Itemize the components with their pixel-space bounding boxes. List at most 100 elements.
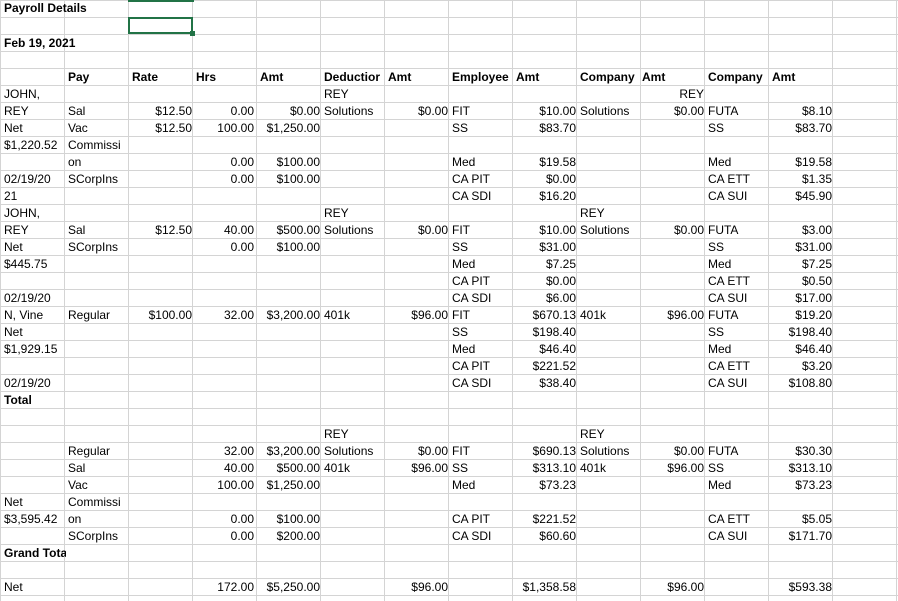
cell-f-row[interactable]: REY xyxy=(322,205,386,222)
cell-a-row[interactable]: JOHN, xyxy=(2,86,66,103)
cell-c-row[interactable]: $100.00 xyxy=(128,307,194,324)
cell-b-row[interactable]: SCorpIns xyxy=(66,171,128,188)
cell-a-row[interactable]: REY xyxy=(2,222,66,239)
cell-e-row[interactable]: $3,200.00 xyxy=(256,443,322,460)
cell-m-row[interactable]: $108.80 xyxy=(770,375,834,392)
cell-a-row[interactable]: Net xyxy=(2,494,66,511)
cell-i-row[interactable]: $10.00 xyxy=(514,222,578,239)
cell-j-row[interactable]: 401k xyxy=(578,460,642,477)
cell-i-row[interactable]: $221.52 xyxy=(514,511,578,528)
cell-c-row[interactable]: $12.50 xyxy=(128,103,194,120)
cell-l-row[interactable]: SS xyxy=(706,120,770,137)
cell-l-row[interactable]: FUTA xyxy=(706,307,770,324)
cell-m-row[interactable]: $17.00 xyxy=(770,290,834,307)
cell-b-row[interactable]: Sal xyxy=(66,460,128,477)
cell-h-row[interactable]: CA PIT xyxy=(450,358,514,375)
cell-h-row[interactable]: CA SDI xyxy=(450,528,514,545)
cell-i-row[interactable]: $16.20 xyxy=(514,188,578,205)
cell-h-row[interactable]: FIT xyxy=(450,443,514,460)
cell-m-row[interactable]: $45.90 xyxy=(770,188,834,205)
cell-c-row[interactable]: $12.50 xyxy=(128,120,194,137)
cell-i-row[interactable]: $0.00 xyxy=(514,273,578,290)
cell-m-row[interactable]: $5.05 xyxy=(770,511,834,528)
cell-e-row[interactable]: $100.00 xyxy=(256,511,322,528)
cell-a-row[interactable]: Total xyxy=(2,392,66,409)
cell-k-row[interactable]: $96.00 xyxy=(642,460,706,477)
cell-m-row[interactable]: $8.10 xyxy=(770,103,834,120)
cell-l-row[interactable]: SS xyxy=(706,239,770,256)
cell-m-row[interactable]: $19.58 xyxy=(770,154,834,171)
cell-m-row[interactable]: $83.70 xyxy=(770,120,834,137)
cell-i-row[interactable]: $198.40 xyxy=(514,324,578,341)
cell-i-row[interactable]: $83.70 xyxy=(514,120,578,137)
cell-a-row[interactable]: $3,595.42 xyxy=(2,511,66,528)
cell-j-row[interactable]: REY xyxy=(578,426,642,443)
cell-b-row[interactable]: Sal xyxy=(66,103,128,120)
cell-f-row[interactable]: REY xyxy=(322,426,386,443)
cell-i-row[interactable]: $6.00 xyxy=(514,290,578,307)
cell-e-row[interactable]: $200.00 xyxy=(256,528,322,545)
cell-i-row[interactable]: $19.58 xyxy=(514,154,578,171)
cell-b-row[interactable]: SCorpIns xyxy=(66,239,128,256)
cell-m-row[interactable]: $31.00 xyxy=(770,239,834,256)
cell-j-row[interactable]: 401k xyxy=(578,307,642,324)
cell-l-row[interactable]: CA ETT xyxy=(706,358,770,375)
cell-d-row[interactable]: 100.00 xyxy=(194,120,256,137)
cell-j-row[interactable]: Solutions xyxy=(578,443,642,460)
cell-e-row[interactable]: $0.00 xyxy=(256,103,322,120)
cell-g-row[interactable]: $96.00 xyxy=(386,460,450,477)
header-hrs[interactable]: Hrs xyxy=(194,69,256,86)
cell-m-row[interactable]: $7.25 xyxy=(770,256,834,273)
selected-cell[interactable] xyxy=(128,17,193,34)
cell-h-row[interactable]: Med xyxy=(450,477,514,494)
header-deduction[interactable]: Deductior xyxy=(322,69,388,86)
cell-a-row[interactable]: $1,929.15 xyxy=(2,341,66,358)
cell-f-row[interactable]: 401k xyxy=(322,307,386,324)
cell-f-row[interactable]: Solutions xyxy=(322,103,386,120)
cell-f-row[interactable]: REY xyxy=(322,86,386,103)
sheet-title[interactable]: Payroll Details xyxy=(2,0,128,17)
cell-b-row[interactable]: Regular xyxy=(66,307,128,324)
cell-a-row[interactable]: Net xyxy=(2,579,66,596)
cell-i-row[interactable]: $31.00 xyxy=(514,239,578,256)
cell-h-row[interactable]: Med xyxy=(450,256,514,273)
cell-b-row[interactable]: Commissi xyxy=(66,137,128,154)
cell-e-row[interactable]: $5,250.00 xyxy=(256,579,322,596)
cell-l-row[interactable]: CA SUI xyxy=(706,375,770,392)
cell-f-row[interactable]: Solutions xyxy=(322,222,386,239)
header-deduction-amt[interactable]: Amt xyxy=(386,69,448,86)
cell-a-row[interactable]: Net xyxy=(2,120,66,137)
cell-k-row[interactable]: $0.00 xyxy=(642,103,706,120)
cell-l-row[interactable]: Med xyxy=(706,477,770,494)
cell-e-row[interactable]: $100.00 xyxy=(256,171,322,188)
cell-d-row[interactable]: 172.00 xyxy=(194,579,256,596)
cell-d-row[interactable]: 32.00 xyxy=(194,307,256,324)
cell-a-row[interactable]: Net xyxy=(2,324,66,341)
cell-a-row[interactable]: 02/19/20 xyxy=(2,375,66,392)
cell-a-row[interactable]: N, Vine xyxy=(2,307,66,324)
cell-b-row[interactable]: Vac xyxy=(66,120,128,137)
cell-l-row[interactable]: CA ETT xyxy=(706,171,770,188)
cell-h-row[interactable]: FIT xyxy=(450,103,514,120)
cell-i-row[interactable]: $38.40 xyxy=(514,375,578,392)
cell-d-row[interactable]: 0.00 xyxy=(194,528,256,545)
cell-k-row[interactable]: $0.00 xyxy=(642,222,706,239)
cell-h-row[interactable]: CA SDI xyxy=(450,290,514,307)
cell-m-row[interactable]: $73.23 xyxy=(770,477,834,494)
cell-b-row[interactable]: Sal xyxy=(66,222,128,239)
cell-l-row[interactable]: CA SUI xyxy=(706,188,770,205)
cell-l-row[interactable]: Med xyxy=(706,256,770,273)
cell-e-row[interactable]: $3,200.00 xyxy=(256,307,322,324)
cell-b-row[interactable]: on xyxy=(66,511,128,528)
cell-e-row[interactable]: $100.00 xyxy=(256,154,322,171)
cell-h-row[interactable]: SS xyxy=(450,460,514,477)
header-amt[interactable]: Amt xyxy=(258,69,320,86)
cell-h-row[interactable]: SS xyxy=(450,120,514,137)
cell-e-row[interactable]: $500.00 xyxy=(256,222,322,239)
spreadsheet-grid[interactable]: Payroll Details Feb 19, 2021 Pay Rate Hr… xyxy=(0,0,898,601)
cell-e-row[interactable]: $1,250.00 xyxy=(256,120,322,137)
header-company-tax[interactable]: Company xyxy=(706,69,772,86)
header-employee[interactable]: Employee xyxy=(450,69,516,86)
cell-i-row[interactable]: $7.25 xyxy=(514,256,578,273)
cell-f-row[interactable]: 401k xyxy=(322,460,386,477)
